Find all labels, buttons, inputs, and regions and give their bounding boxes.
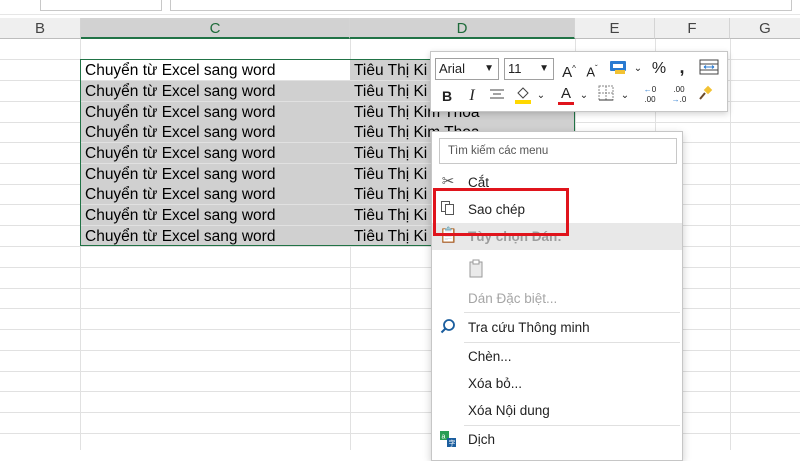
menu-item-label: Tra cứu Thông minh (468, 320, 590, 335)
column-header-d[interactable]: D (350, 18, 575, 39)
menu-item-copy[interactable]: Sao chép (432, 196, 682, 223)
decrease-decimal-button[interactable]: .00 →.0 (667, 85, 691, 107)
merge-center-icon (699, 59, 719, 75)
name-box[interactable] (40, 0, 162, 11)
align-center-icon (490, 89, 504, 99)
accounting-format-button[interactable] (608, 58, 630, 80)
smart-lookup-icon (439, 318, 457, 336)
percent-icon: % (651, 60, 667, 77)
svg-text:a: a (442, 434, 446, 441)
cell-c-6[interactable]: Chuyển từ Excel sang word (81, 164, 350, 184)
cell-c-3[interactable]: Chuyển từ Excel sang word (81, 102, 350, 122)
menu-item-cut[interactable]: ✂ Cắt (432, 169, 682, 196)
font-color-button[interactable]: A (556, 83, 576, 105)
percent-style-button[interactable]: % (650, 58, 668, 80)
font-size-select[interactable]: 11 ▼ (504, 58, 554, 80)
translate-icon: a 字 (439, 430, 457, 448)
menu-item-label: Dán Đặc biệt... (468, 291, 558, 306)
chevron-down-icon: ▼ (539, 63, 549, 74)
menu-item-translate[interactable]: a 字 Dịch (432, 426, 682, 453)
column-header-b[interactable]: B (0, 18, 81, 39)
cell-c-4[interactable]: Chuyển từ Excel sang word (81, 122, 350, 142)
column-header-e[interactable]: E (575, 18, 655, 39)
menu-item-delete[interactable]: Xóa bỏ... (432, 370, 682, 397)
format-painter-icon (699, 85, 713, 100)
bold-icon: B (441, 88, 453, 104)
menu-item-label: Dịch (468, 432, 496, 447)
chevron-down-icon[interactable]: ⌄ (579, 85, 589, 107)
paste-option-button[interactable] (432, 253, 682, 285)
menu-item-label: Chèn... (468, 349, 512, 364)
context-menu: Tìm kiếm các menu ✂ Cắt Sao chép 📋 Tùy c… (431, 131, 683, 461)
cell-c-7[interactable]: Chuyển từ Excel sang word (81, 184, 350, 204)
merge-center-button[interactable] (698, 58, 720, 80)
menu-header-paste-options: 📋 Tùy chọn Dán: (432, 223, 682, 250)
mini-toolbar: Arial ▼ 11 ▼ A^ Aˇ ⌄ % , B I ⌄ A ⌄ ⌄ ←0 … (430, 51, 728, 112)
italic-button[interactable]: I (464, 85, 480, 107)
cell-c-9[interactable]: Chuyển từ Excel sang word (81, 226, 350, 246)
column-header-f[interactable]: F (655, 18, 730, 39)
bold-button[interactable]: B (439, 85, 455, 107)
scissors-icon: ✂ (441, 173, 455, 190)
menu-item-label: Xóa Nội dung (468, 403, 550, 418)
menu-item-label: Sao chép (468, 202, 526, 217)
menu-item-label: Xóa bỏ... (468, 376, 523, 391)
arrow-left-icon: ← (643, 85, 652, 94)
fill-color-icon (515, 87, 531, 104)
align-center-button[interactable] (488, 85, 506, 107)
font-color-bar (558, 102, 574, 105)
format-painter-button[interactable] (695, 85, 715, 107)
cell-c-8[interactable]: Chuyển từ Excel sang word (81, 205, 350, 225)
comma-style-button[interactable]: , (676, 56, 688, 78)
comma-icon: , (679, 57, 685, 77)
formula-input[interactable] (170, 0, 792, 11)
grow-font-icon: A (562, 64, 573, 81)
clipboard-icon (468, 259, 486, 278)
cell-c-2[interactable]: Chuyển từ Excel sang word (81, 81, 350, 101)
chevron-down-icon[interactable]: ⌄ (536, 85, 546, 107)
decrease-decimal-icon: .0 (673, 85, 681, 94)
cell-c-1[interactable]: Chuyển từ Excel sang word (81, 60, 350, 80)
increase-decimal-button[interactable]: ←0 .00 (638, 85, 662, 107)
menu-item-label: Tùy chọn Dán: (468, 229, 562, 244)
chevron-down-icon[interactable]: ⌄ (620, 85, 630, 107)
italic-icon: I (469, 87, 475, 104)
chevron-down-icon: ▼ (484, 63, 494, 74)
font-name-value: Arial (439, 61, 466, 76)
borders-button[interactable] (596, 85, 616, 107)
copy-icon (439, 200, 457, 218)
menu-item-clear-contents[interactable]: Xóa Nội dung (432, 397, 682, 424)
menu-item-smart-lookup[interactable]: Tra cứu Thông minh (432, 314, 682, 341)
font-color-icon: A (560, 85, 571, 102)
menu-item-label: Cắt (468, 175, 490, 190)
fill-color-button[interactable] (513, 84, 533, 106)
accounting-format-icon (610, 61, 626, 74)
cell-c-5[interactable]: Chuyển từ Excel sang word (81, 143, 350, 163)
menu-search-input[interactable]: Tìm kiếm các menu (439, 138, 677, 164)
font-name-select[interactable]: Arial ▼ (435, 58, 499, 80)
borders-icon (598, 85, 614, 101)
svg-text:字: 字 (449, 439, 456, 448)
font-size-value: 11 (508, 61, 522, 76)
column-header-g[interactable]: G (730, 18, 800, 39)
column-header-c[interactable]: C (81, 18, 350, 39)
menu-item-insert[interactable]: Chèn... (432, 343, 682, 370)
shrink-font-button[interactable]: Aˇ (584, 58, 600, 80)
menu-item-paste-special[interactable]: Dán Đặc biệt... (432, 285, 682, 312)
arrow-right-icon: → (671, 95, 680, 104)
shrink-font-icon: A (586, 64, 595, 80)
formula-bar-strip (0, 0, 800, 15)
clipboard-icon: 📋 (439, 227, 458, 244)
chevron-down-icon[interactable]: ⌄ (633, 58, 643, 80)
menu-separator (464, 312, 680, 313)
grow-font-button[interactable]: A^ (561, 58, 577, 81)
increase-decimal-icon: .00 (644, 95, 656, 104)
